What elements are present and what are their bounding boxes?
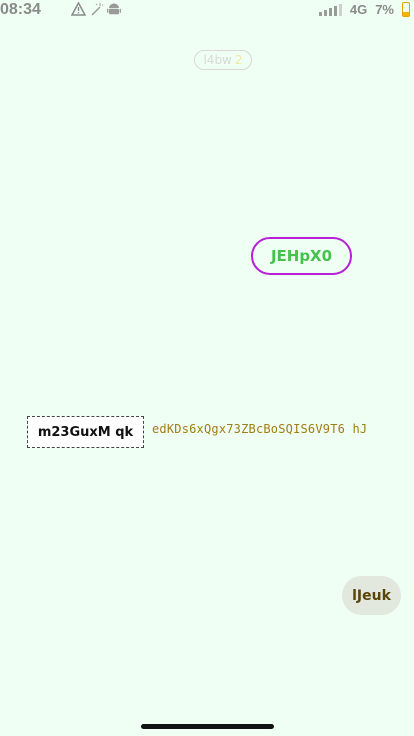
status-bar: 08:34 4G 7% xyxy=(0,0,414,24)
top-pill-button[interactable]: l4bw 2 xyxy=(194,50,252,70)
status-left-icons xyxy=(71,2,121,16)
status-time: 08:34 xyxy=(0,1,41,18)
gray-pill-button[interactable]: lJeuk xyxy=(342,576,401,615)
home-indicator[interactable] xyxy=(141,724,274,729)
battery-percent: 7% xyxy=(375,2,394,17)
magic-icon xyxy=(91,2,103,16)
warning-icon xyxy=(71,2,86,16)
android-icon xyxy=(107,3,121,15)
top-pill-accent: 2 xyxy=(234,53,243,67)
purple-outline-button[interactable]: JEHpX0 xyxy=(251,237,352,275)
signal-icon xyxy=(318,3,342,16)
status-right: 4G 7% xyxy=(318,2,410,17)
dashed-border-button[interactable]: m23GuxM qk xyxy=(27,416,144,448)
network-label: 4G xyxy=(349,2,368,17)
mono-text-label: edKDs6xQgx73ZBcBoSQIS6V9T6 hJ xyxy=(152,422,368,436)
top-pill-label: l4bw xyxy=(203,53,232,67)
battery-icon xyxy=(402,2,410,17)
